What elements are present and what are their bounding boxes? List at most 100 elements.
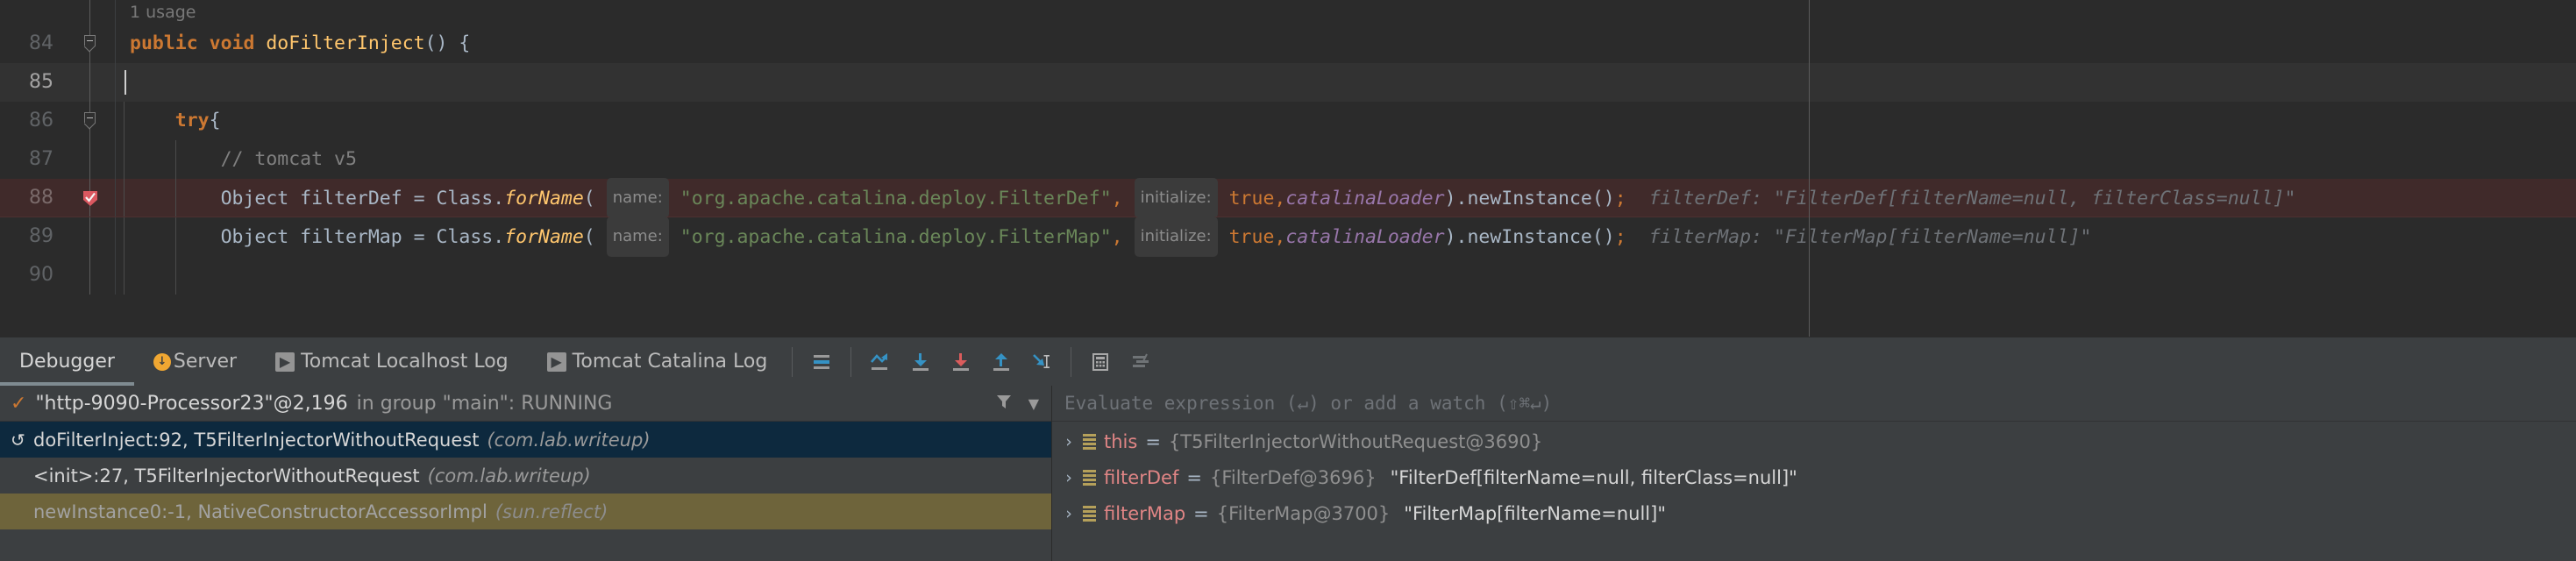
gutter-icons[interactable] bbox=[66, 256, 115, 295]
variable-name: filterMap bbox=[1104, 502, 1186, 524]
chevron-right-icon[interactable]: › bbox=[1063, 468, 1075, 487]
indent-guide bbox=[124, 102, 125, 140]
toolbar-divider-1 bbox=[792, 346, 793, 377]
step-out-icon[interactable] bbox=[981, 342, 1021, 382]
frame-package: (com.lab.writeup) bbox=[487, 429, 651, 451]
usage-hint-row: 1 usage bbox=[0, 0, 2576, 25]
thread-status: in group "main": RUNNING bbox=[356, 392, 613, 415]
gutter-line-number: 86 bbox=[29, 110, 53, 131]
tab-server[interactable]: ↓ Server bbox=[134, 337, 256, 386]
evaluate-expression-icon[interactable] bbox=[1080, 342, 1121, 382]
force-step-into-icon[interactable] bbox=[941, 342, 981, 382]
step-over-icon[interactable] bbox=[860, 342, 900, 382]
variable-equals: = bbox=[1193, 502, 1209, 524]
frame-arrow-icon: ↺ bbox=[11, 429, 25, 451]
variable-reference: {FilterMap@3700} bbox=[1216, 502, 1391, 524]
gutter-line-number: 90 bbox=[29, 264, 53, 286]
code-line[interactable]: 84 public void doFilterInject() { bbox=[0, 25, 2576, 63]
variables-list[interactable]: › this = {T5FilterInjectorWithoutRequest@… bbox=[1052, 422, 2576, 561]
run-icon: ▶ bbox=[546, 352, 566, 372]
variable-row[interactable]: › filterMap = {FilterMap@3700} "FilterMap[… bbox=[1052, 495, 2576, 531]
indent-guide bbox=[175, 217, 176, 256]
indent-guide bbox=[175, 256, 176, 295]
chevron-down-icon[interactable]: ▼ bbox=[1028, 395, 1039, 412]
tab-label: Server bbox=[173, 351, 238, 373]
frame-title: <init>:27, T5FilterInjectorWithoutReques… bbox=[33, 465, 420, 486]
variable-row[interactable]: › this = {T5FilterInjectorWithoutRequest@… bbox=[1052, 423, 2576, 459]
frames-list[interactable]: ↺ doFilterInject:92, T5FilterInjectorWith… bbox=[0, 422, 1051, 561]
code-line[interactable]: 85 bbox=[0, 63, 2576, 102]
indent-guide bbox=[124, 140, 125, 179]
frame-title: newInstance0:-1, NativeConstructorAccess… bbox=[33, 501, 487, 522]
code-line-text: // tomcat v5 bbox=[220, 148, 357, 170]
indent-guide bbox=[124, 217, 125, 256]
code-line[interactable]: 88 Object filterDef = Class.forName( nam… bbox=[0, 178, 2576, 218]
debugger-toolbar: Debugger ↓ Server ▶ Tomcat Localhost Log ▶ Tom… bbox=[0, 337, 2576, 386]
variable-reference: {T5FilterInjectorWithoutRequest@3690} bbox=[1168, 430, 1543, 452]
chevron-right-icon[interactable]: › bbox=[1063, 504, 1075, 523]
step-into-icon[interactable] bbox=[900, 342, 941, 382]
usage-hint-label[interactable]: 1 usage bbox=[116, 0, 2576, 25]
gutter-icons[interactable] bbox=[66, 25, 115, 63]
variable-equals: = bbox=[1186, 466, 1202, 488]
chevron-right-icon[interactable]: › bbox=[1063, 432, 1075, 451]
variables-panel: Evaluate expression (↵) or add a watch (… bbox=[1052, 386, 2576, 561]
run-to-cursor-icon[interactable] bbox=[1021, 342, 1062, 382]
gutter-icons[interactable] bbox=[66, 63, 115, 102]
field-icon bbox=[1083, 433, 1096, 450]
field-icon bbox=[1083, 469, 1096, 486]
tab-label: Debugger bbox=[19, 351, 115, 373]
frames-panel: ✓ "http-9090-Processor23"@2,196 in group… bbox=[0, 386, 1052, 561]
thread-selector[interactable]: ✓ "http-9090-Processor23"@2,196 in group… bbox=[0, 386, 1051, 422]
code-line[interactable]: 89 Object filterMap = Class.forName( nam… bbox=[0, 217, 2576, 257]
gutter-line-number: 84 bbox=[29, 32, 53, 54]
run-icon: ▶ bbox=[275, 352, 295, 372]
variable-value: "FilterMap[filterName=null]" bbox=[1404, 502, 1666, 524]
code-line[interactable]: 86 try{ bbox=[0, 102, 2576, 140]
variable-reference: {FilterDef@3696} bbox=[1209, 466, 1377, 488]
field-icon bbox=[1083, 505, 1096, 522]
gutter-line-number: 88 bbox=[29, 187, 53, 209]
gutter-icons[interactable] bbox=[66, 179, 115, 217]
settings-icon[interactable] bbox=[1121, 342, 1161, 382]
frame-list-item[interactable]: ↺ doFilterInject:92, T5FilterInjectorWith… bbox=[0, 422, 1051, 458]
code-line[interactable]: 87 // tomcat v5 bbox=[0, 140, 2576, 179]
code-line-text: try{ bbox=[174, 110, 221, 131]
variable-row[interactable]: › filterDef = {FilterDef@3696} "FilterDef[… bbox=[1052, 459, 2576, 495]
evaluate-expression-input[interactable]: Evaluate expression (↵) or add a watch (… bbox=[1052, 386, 2576, 422]
variable-value: "FilterDef[filterName=null, filterClass=… bbox=[1390, 466, 1797, 488]
indent-guide bbox=[124, 179, 125, 217]
code-line[interactable]: 90 bbox=[0, 256, 2576, 295]
code-line-text bbox=[116, 256, 2576, 295]
gutter-line-number: 87 bbox=[29, 148, 53, 170]
tab-label: Tomcat Localhost Log bbox=[301, 351, 509, 373]
indent-guide bbox=[175, 179, 176, 217]
code-editor[interactable]: 1 usage 84 public void doFilterInject() {8… bbox=[0, 0, 2576, 337]
frame-list-item[interactable]: <init>:27, T5FilterInjectorWithoutReques… bbox=[0, 458, 1051, 494]
indent-guide bbox=[175, 140, 176, 179]
gutter-icons[interactable] bbox=[66, 140, 115, 179]
code-line-text: Object filterDef = Class.forName( name: … bbox=[116, 178, 2576, 218]
frame-list-item[interactable]: newInstance0:-1, NativeConstructorAccess… bbox=[0, 494, 1051, 529]
frame-package: (com.lab.writeup) bbox=[427, 465, 591, 486]
warning-icon: ↓ bbox=[153, 352, 171, 371]
tab-tomcat-catalina-log[interactable]: ▶ Tomcat Catalina Log bbox=[528, 337, 787, 386]
show-execution-point-icon[interactable] bbox=[801, 342, 842, 382]
debugger-tool-window: Debugger ↓ Server ▶ Tomcat Localhost Log ▶ Tom… bbox=[0, 337, 2576, 561]
tab-debugger[interactable]: Debugger bbox=[0, 337, 134, 386]
gutter-line-number: 89 bbox=[29, 225, 53, 247]
gutter-icons[interactable] bbox=[66, 102, 115, 140]
gutter-line-number: 85 bbox=[29, 71, 53, 93]
tab-tomcat-localhost-log[interactable]: ▶ Tomcat Localhost Log bbox=[256, 337, 528, 386]
breakpoint-icon[interactable] bbox=[80, 188, 101, 209]
variable-equals: = bbox=[1145, 430, 1161, 452]
variable-name: filterDef bbox=[1104, 466, 1179, 488]
gutter-icons[interactable] bbox=[66, 217, 115, 256]
code-line-text: Object filterMap = Class.forName( name: … bbox=[116, 217, 2576, 257]
filter-icon[interactable] bbox=[993, 391, 1014, 417]
indent-guide bbox=[124, 256, 125, 295]
tab-label: Tomcat Catalina Log bbox=[572, 351, 768, 373]
check-icon: ✓ bbox=[11, 392, 27, 415]
text-caret bbox=[125, 70, 126, 95]
gutter-icons[interactable] bbox=[66, 0, 115, 25]
